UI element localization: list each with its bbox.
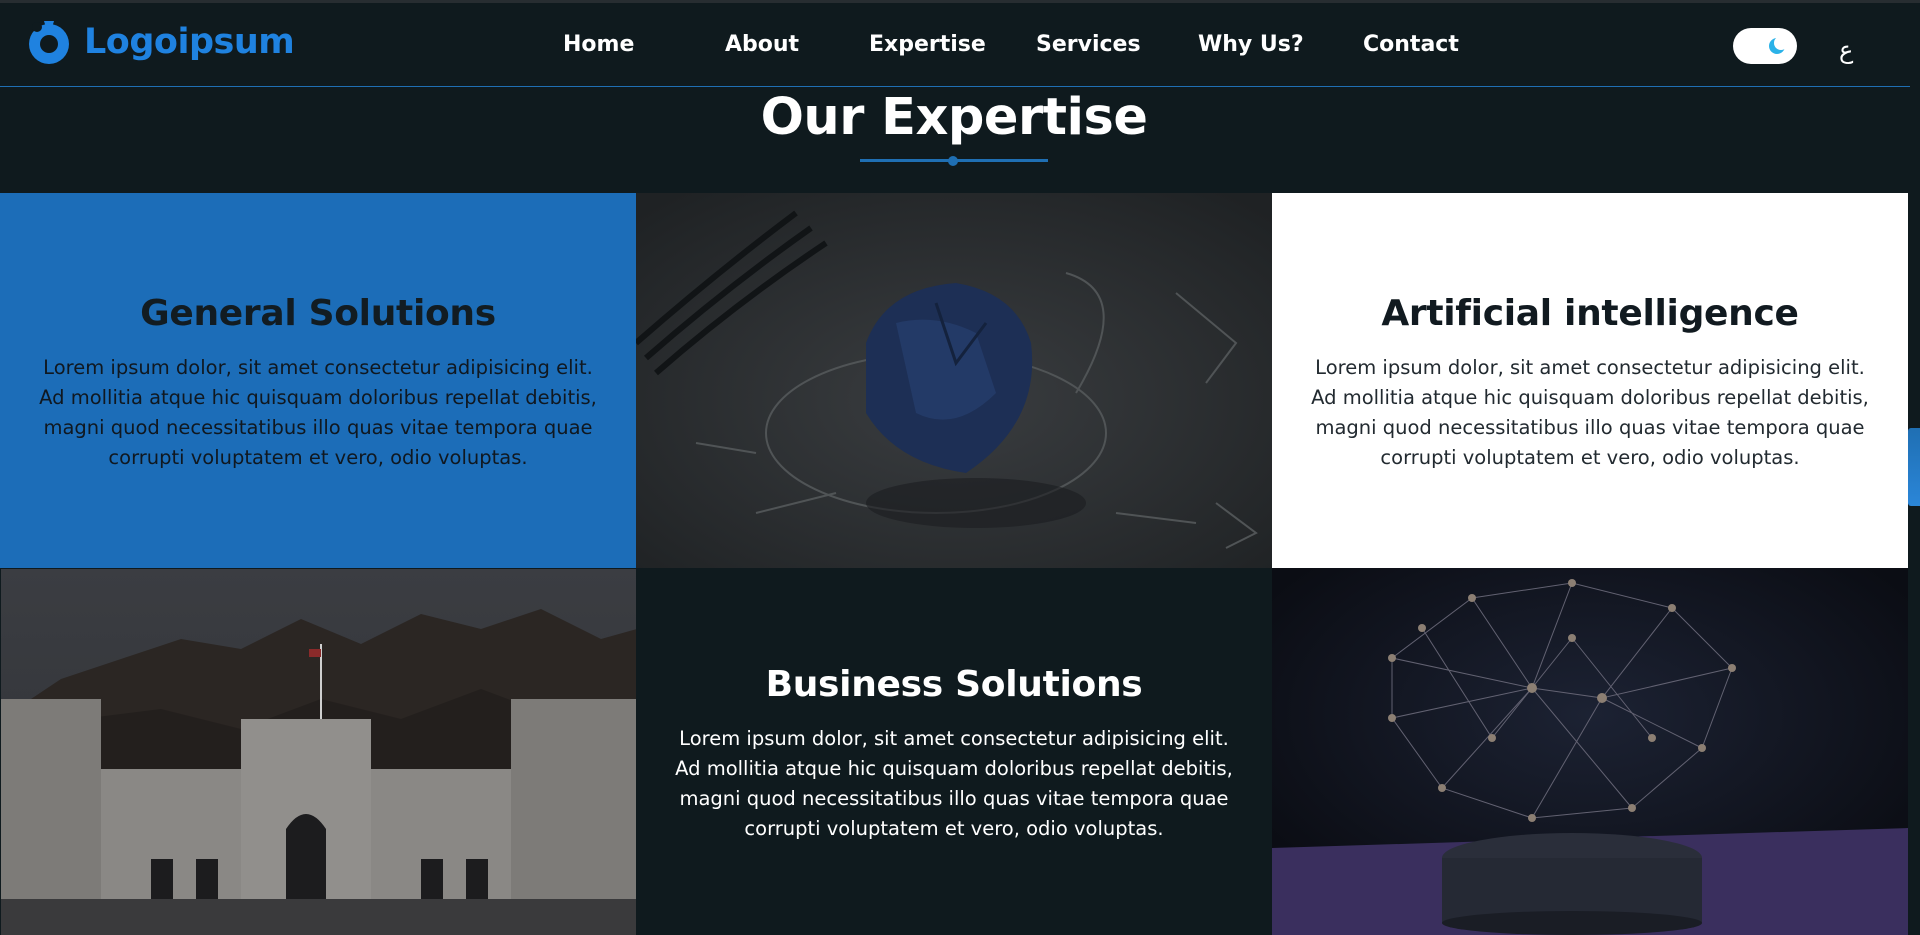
card-title: Business Solutions: [765, 663, 1143, 705]
section-title: Our Expertise: [760, 88, 1148, 147]
card-artificial-intelligence: Artificial intelligence Lorem ipsum dolo…: [1272, 193, 1908, 568]
logo-ring-icon: [29, 21, 69, 64]
palace-building-image: [0, 568, 636, 935]
card-title: General Solutions: [140, 292, 496, 334]
card-title: Artificial intelligence: [1381, 292, 1799, 334]
moon-icon: [1769, 36, 1787, 54]
card-text: Lorem ipsum dolor, sit amet consectetur …: [1311, 355, 1869, 469]
nav-expertise[interactable]: Expertise: [869, 30, 986, 60]
title-underline-dot: [948, 156, 958, 166]
brand-name: Logoipsum: [84, 22, 295, 62]
navbar: Logoipsum Home About Expertise Services …: [0, 3, 1910, 87]
theme-toggle[interactable]: [1733, 28, 1797, 64]
crumpled-paper-lightbulb-image: [636, 193, 1272, 568]
nav-home[interactable]: Home: [563, 30, 634, 60]
expertise-grid: General Solutions Lorem ipsum dolor, sit…: [0, 193, 1908, 935]
nav-why-us[interactable]: Why Us?: [1198, 30, 1304, 60]
card-general-solutions: General Solutions Lorem ipsum dolor, sit…: [0, 193, 636, 568]
card-business-solutions: Business Solutions Lorem ipsum dolor, si…: [636, 568, 1272, 935]
card-text: Lorem ipsum dolor, sit amet consectetur …: [675, 726, 1233, 840]
ai-network-brain-image: [1272, 568, 1908, 935]
brand-logo[interactable]: Logoipsum: [24, 17, 295, 67]
language-switch[interactable]: ع: [1839, 35, 1853, 65]
nav-about[interactable]: About: [725, 30, 799, 60]
nav-services[interactable]: Services: [1036, 30, 1141, 60]
side-scroll-tab[interactable]: [1908, 428, 1920, 506]
card-text: Lorem ipsum dolor, sit amet consectetur …: [39, 355, 597, 469]
nav-contact[interactable]: Contact: [1363, 30, 1459, 60]
